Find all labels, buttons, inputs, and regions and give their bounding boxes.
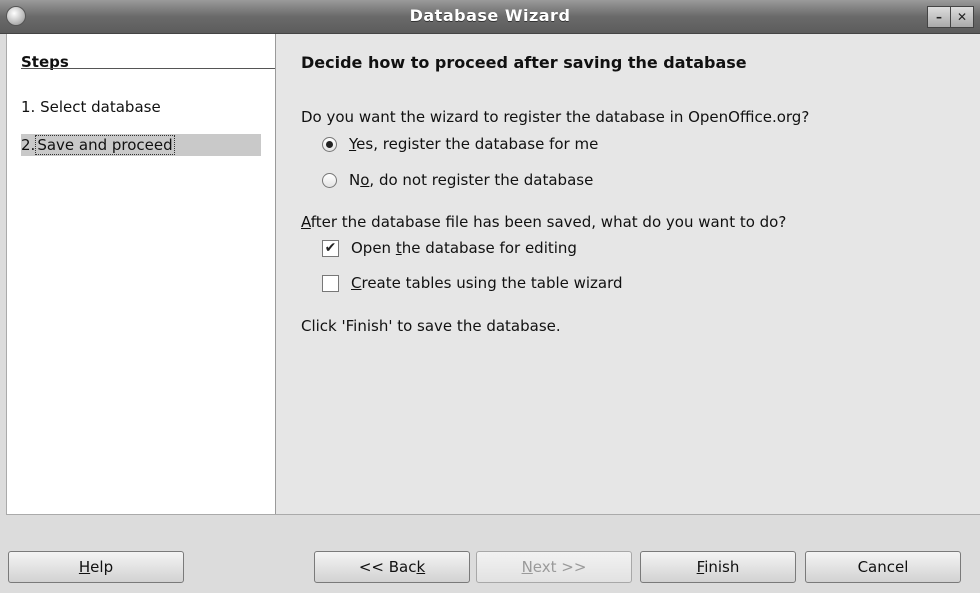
register-yes-label: Yes, register the database for me	[349, 135, 599, 153]
cancel-button[interactable]: Cancel	[805, 551, 961, 583]
finish-button[interactable]: Finish	[640, 551, 796, 583]
checkbox-unchecked-icon[interactable]	[322, 274, 339, 292]
register-question: Do you want the wizard to register the d…	[301, 108, 810, 126]
window-controls: – ✕	[927, 6, 974, 28]
button-bar: Help << Back Next >> Finish Cancel	[0, 515, 980, 593]
step-select-database[interactable]: 1. Select database	[21, 98, 161, 116]
radio-unselected-icon[interactable]	[322, 172, 337, 188]
minimize-button[interactable]: –	[927, 6, 951, 28]
after-save-question: After the database file has been saved, …	[301, 213, 787, 231]
checkbox-checked-icon[interactable]: ✔	[322, 239, 339, 257]
step-number: 2.	[21, 136, 36, 154]
title-bar[interactable]: Database Wizard – ✕	[0, 0, 980, 34]
step-label: Select database	[40, 98, 161, 116]
window-title: Database Wizard	[409, 6, 571, 25]
step-save-and-proceed[interactable]: 2. Save and proceed	[21, 134, 261, 156]
wizard-body: Steps 1. Select database 2. Save and proc…	[6, 34, 980, 515]
close-button[interactable]: ✕	[951, 6, 974, 28]
page-title: Decide how to proceed after saving the d…	[301, 53, 747, 72]
back-button[interactable]: << Back	[314, 551, 470, 583]
steps-panel: Steps 1. Select database 2. Save and proc…	[7, 34, 276, 514]
step-label: Save and proceed	[35, 135, 175, 155]
steps-divider	[21, 68, 275, 69]
open-for-editing-label: Open the database for editing	[351, 239, 577, 257]
finish-note: Click 'Finish' to save the database.	[301, 317, 561, 335]
next-button[interactable]: Next >>	[476, 551, 632, 583]
create-tables-label: Create tables using the table wizard	[351, 274, 623, 292]
open-for-editing-checkbox[interactable]: ✔ Open the database for editing	[322, 239, 577, 257]
help-button[interactable]: Help	[8, 551, 184, 583]
register-no-label: No, do not register the database	[349, 171, 594, 189]
register-yes-radio[interactable]: Yes, register the database for me	[322, 135, 598, 153]
register-no-radio[interactable]: No, do not register the database	[322, 171, 593, 189]
step-number: 1.	[21, 98, 36, 116]
radio-selected-icon[interactable]	[322, 136, 337, 152]
create-tables-checkbox[interactable]: Create tables using the table wizard	[322, 274, 623, 292]
